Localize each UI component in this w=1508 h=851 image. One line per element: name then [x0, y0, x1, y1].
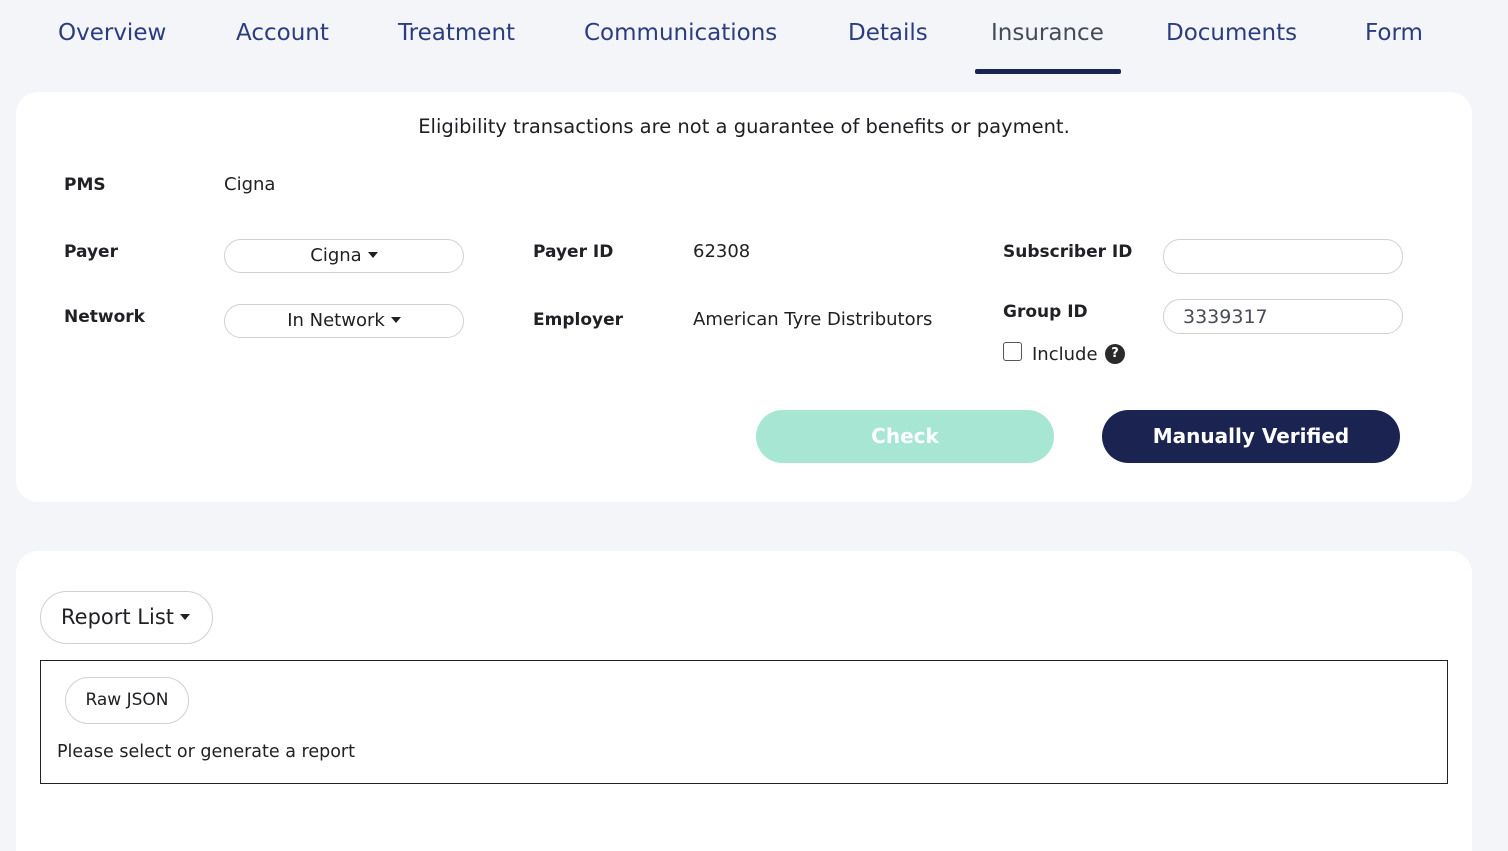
pms-label: PMS — [64, 175, 106, 195]
raw-json-button[interactable]: Raw JSON — [65, 677, 189, 724]
pms-value: Cigna — [224, 174, 276, 195]
tab-communications[interactable]: Communications — [584, 20, 777, 52]
report-list-dropdown[interactable]: Report List — [40, 591, 213, 644]
report-list-label: Report List — [61, 605, 174, 629]
tab-documents[interactable]: Documents — [1166, 20, 1297, 52]
payer-select-value: Cigna — [310, 245, 362, 266]
payer-select[interactable]: Cigna — [224, 239, 464, 273]
tab-details[interactable]: Details — [848, 20, 928, 52]
report-empty-message: Please select or generate a report — [57, 742, 355, 762]
network-label: Network — [64, 307, 145, 327]
tab-form[interactable]: Form — [1365, 20, 1423, 52]
payer-label: Payer — [64, 242, 118, 262]
include-label: Include — [1032, 344, 1098, 365]
employer-value: American Tyre Distributors — [693, 309, 933, 330]
help-icon[interactable]: ? — [1105, 344, 1125, 364]
tab-treatment[interactable]: Treatment — [398, 20, 515, 52]
tab-overview[interactable]: Overview — [58, 20, 166, 52]
report-card: Report List Raw JSON Please select or ge… — [16, 551, 1472, 851]
caret-down-icon — [180, 614, 190, 620]
tab-insurance[interactable]: Insurance — [991, 20, 1104, 52]
check-button[interactable]: Check — [756, 410, 1054, 463]
group-id-label: Group ID — [1003, 302, 1088, 322]
caret-down-icon — [390, 317, 401, 323]
tab-bar: Overview Account Treatment Communication… — [0, 0, 1508, 75]
manually-verified-button[interactable]: Manually Verified — [1102, 410, 1400, 463]
payer-id-value: 62308 — [693, 241, 751, 262]
subscriber-id-input[interactable] — [1163, 239, 1403, 274]
caret-down-icon — [367, 252, 378, 258]
eligibility-card: Eligibility transactions are not a guara… — [16, 92, 1472, 502]
network-select[interactable]: In Network — [224, 304, 464, 338]
include-checkbox[interactable] — [1003, 342, 1022, 361]
tab-account[interactable]: Account — [236, 20, 329, 52]
network-select-value: In Network — [287, 310, 385, 331]
eligibility-notice: Eligibility transactions are not a guara… — [418, 115, 1070, 138]
report-panel: Raw JSON Please select or generate a rep… — [40, 660, 1448, 784]
active-tab-indicator — [975, 69, 1121, 74]
payer-id-label: Payer ID — [533, 242, 614, 262]
employer-label: Employer — [533, 310, 623, 330]
subscriber-id-label: Subscriber ID — [1003, 242, 1133, 262]
group-id-input[interactable] — [1163, 299, 1403, 334]
